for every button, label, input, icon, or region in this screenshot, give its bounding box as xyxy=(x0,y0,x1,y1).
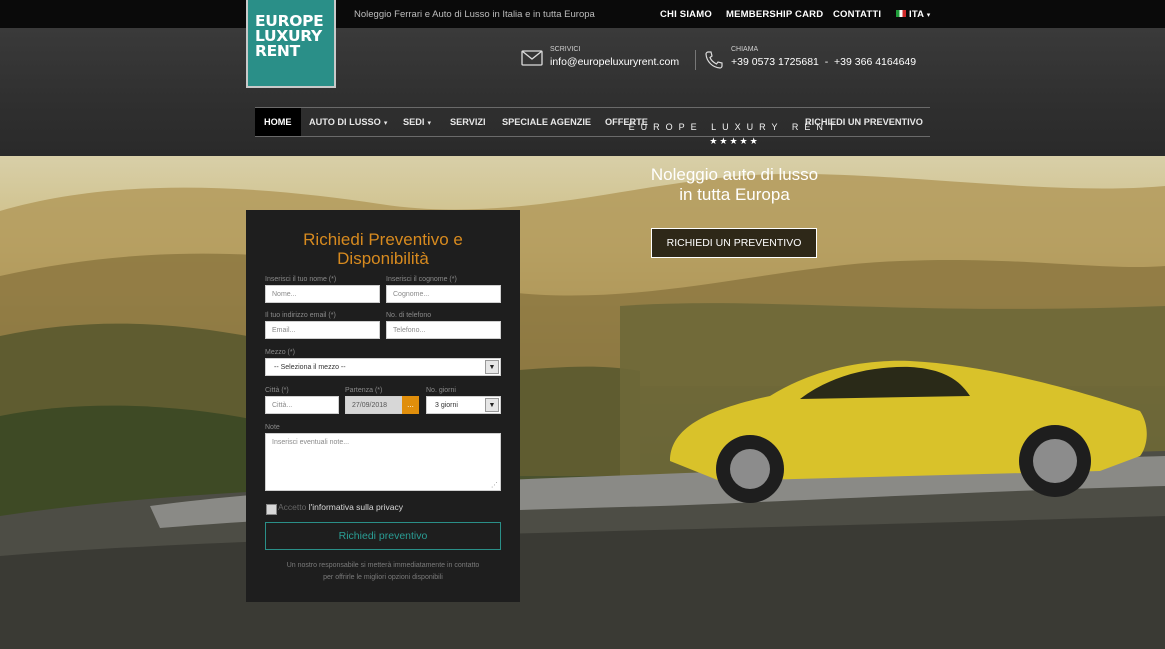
privacy-prefix: Accetto xyxy=(278,502,307,512)
privacy-consent: Accetto l'informativa sulla privacy xyxy=(278,502,403,512)
notes-textarea[interactable]: Inserisci eventuali note... ⋰ xyxy=(265,433,501,491)
form-title-line-1: Richiedi Preventivo e xyxy=(303,230,463,249)
logo-line-3: RENT xyxy=(255,42,300,60)
days-select[interactable]: 3 giorni ▼ xyxy=(426,396,501,414)
chevron-down-icon: ▾ xyxy=(427,120,431,127)
phone-contact-label: CHIAMA xyxy=(731,46,759,53)
email-input[interactable]: Email... xyxy=(265,321,380,339)
notes-label: Note xyxy=(265,424,280,431)
hero-quote-button[interactable]: RICHIEDI UN PREVENTIVO xyxy=(651,228,817,258)
phone-input[interactable]: Telefono... xyxy=(386,321,501,339)
vehicle-label: Mezzo (*) xyxy=(265,349,295,356)
departure-label: Partenza (*) xyxy=(345,387,383,394)
privacy-link[interactable]: l'informativa sulla privacy xyxy=(309,502,403,512)
days-label: No. giorni xyxy=(426,387,456,394)
form-title-line-2: Disponibilità xyxy=(337,249,429,268)
nav-servizi-label: SERVIZI xyxy=(450,117,486,127)
hero-copy: EUROPE LUXURY RENT ★★★★★ Noleggio auto d… xyxy=(622,122,847,205)
resize-grip-icon[interactable]: ⋰ xyxy=(491,481,498,489)
nav-speciale-agenzie[interactable]: SPECIALE AGENZIE xyxy=(502,108,591,136)
city-input[interactable]: Città... xyxy=(265,396,339,414)
phone-label: No. di telefono xyxy=(386,312,432,319)
topnav-membership-card[interactable]: MEMBERSHIP CARD xyxy=(726,9,823,20)
site-tagline: Noleggio Ferrari e Auto di Lusso in Ital… xyxy=(354,9,595,20)
language-selector[interactable]: ITA ▾ xyxy=(896,9,930,20)
form-footnote-line-2: per offrirle le migliori opzioni disponi… xyxy=(323,574,443,581)
departure-date-input[interactable]: 27/09/2018 xyxy=(345,396,403,414)
phone-icon xyxy=(705,51,723,69)
privacy-checkbox[interactable] xyxy=(266,504,277,515)
nav-sedi[interactable]: SEDI ▾ xyxy=(403,108,431,136)
chevron-down-icon: ▾ xyxy=(383,120,388,127)
envelope-icon xyxy=(521,50,543,66)
hero-stars: ★★★★★ xyxy=(709,136,760,146)
contact-divider xyxy=(695,50,696,70)
email-contact[interactable]: SCRIVICI info@europeluxuryrent.com xyxy=(550,46,679,68)
hero-landscape-image xyxy=(0,173,1165,649)
email-contact-label: SCRIVICI xyxy=(550,46,581,53)
topnav-chi-siamo[interactable]: CHI SIAMO xyxy=(660,9,712,20)
site-logo[interactable]: EUROPE LUXURY RENT xyxy=(246,0,336,88)
nav-auto-di-lusso-label: AUTO DI LUSSO xyxy=(309,117,381,127)
phone-contact[interactable]: CHIAMA +39 0573 1725681 - +39 366 416464… xyxy=(731,46,916,68)
nav-auto-di-lusso[interactable]: AUTO DI LUSSO ▾ xyxy=(309,108,387,136)
surname-label: Inserisci il cognome (*) xyxy=(386,276,457,283)
nav-home[interactable]: HOME xyxy=(255,108,301,136)
submit-quote-button[interactable]: Richiedi preventivo xyxy=(265,522,501,550)
city-label: Città (*) xyxy=(265,387,289,394)
nav-home-label: HOME xyxy=(264,117,292,127)
name-input[interactable]: Nome... xyxy=(265,285,380,303)
form-title: Richiedi Preventivo e Disponibilità xyxy=(246,230,520,268)
flag-it-icon xyxy=(896,10,906,17)
language-label: ITA xyxy=(909,9,924,20)
form-footnote-line-1: Un nostro responsabile si metterà immedi… xyxy=(286,562,480,569)
topnav-contatti[interactable]: CONTATTI xyxy=(833,9,881,20)
hero-brand: EUROPE LUXURY RENT xyxy=(628,122,841,132)
dropdown-arrow-icon: ▼ xyxy=(485,360,499,374)
nav-servizi[interactable]: SERVIZI xyxy=(450,108,486,136)
hero-title-line-1: Noleggio auto di lusso xyxy=(650,165,819,184)
form-footnote: Un nostro responsabile si metterà immedi… xyxy=(246,560,520,584)
days-select-value: 3 giorni xyxy=(435,402,458,409)
chevron-down-icon: ▾ xyxy=(926,12,931,19)
hero-banner xyxy=(0,156,1165,649)
phone-contact-value[interactable]: +39 0573 1725681 - +39 366 4164649 xyxy=(731,56,916,68)
notes-placeholder: Inserisci eventuali note... xyxy=(272,439,350,446)
email-label: Il tuo indirizzo email (*) xyxy=(265,312,336,319)
name-label: Inserisci il tuo nome (*) xyxy=(265,276,337,283)
vehicle-select-value: -- Seleziona il mezzo -- xyxy=(274,364,346,371)
dropdown-arrow-icon: ▼ xyxy=(485,398,499,412)
date-picker-button[interactable]: ... xyxy=(402,396,419,414)
email-contact-value[interactable]: info@europeluxuryrent.com xyxy=(550,56,679,68)
vehicle-select[interactable]: -- Seleziona il mezzo -- ▼ xyxy=(265,358,501,376)
nav-sedi-label: SEDI xyxy=(403,117,425,127)
nav-speciale-agenzie-label: SPECIALE AGENZIE xyxy=(502,117,591,127)
hero-title-line-2: in tutta Europa xyxy=(679,185,790,204)
surname-input[interactable]: Cognome... xyxy=(386,285,501,303)
